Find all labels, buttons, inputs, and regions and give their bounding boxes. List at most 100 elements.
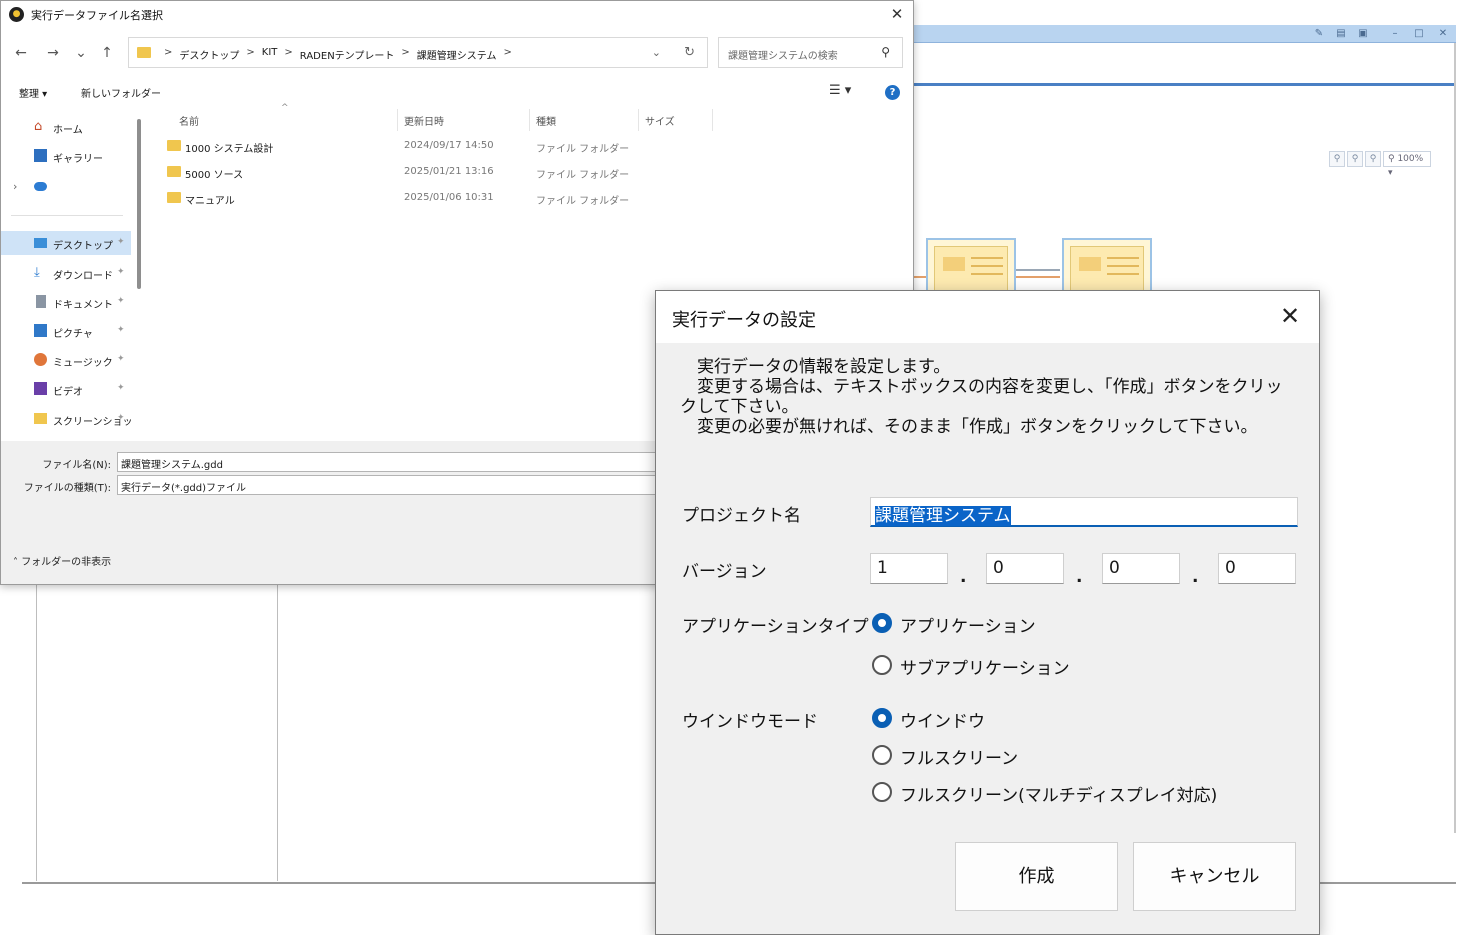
version-separator: . [1076,567,1083,587]
download-icon: ⤓ [34,265,40,280]
window-mode-label: ウインドウモード [682,712,818,732]
pin-icon[interactable]: ✦ [117,237,125,247]
info-line: クして下さい。 [680,397,799,417]
project-name-input[interactable]: 課題管理システム [870,497,1298,527]
info-line: 実行データの情報を設定します。 [680,357,951,377]
file-dialog-titlebar: ● 実行データファイル名選択 ✕ [1,1,913,29]
pin-icon[interactable]: ⚲ [1329,151,1345,167]
hide-folders-toggle[interactable]: ˄ フォルダーの非表示 [13,553,111,568]
pin-icon[interactable]: ✦ [117,267,125,277]
close-icon[interactable]: ✕ [1275,301,1305,331]
nav-item-desktop[interactable]: デスクトップ ✦ [1,231,131,255]
divider [11,215,123,216]
breadcrumb-item[interactable]: KIT [262,47,278,62]
column-divider[interactable] [529,109,530,131]
refresh-icon[interactable]: ↻ [684,45,695,60]
diagram-node[interactable] [926,238,1016,298]
nav-item-home[interactable]: ⌂ ホーム [1,115,131,139]
pin-icon[interactable]: ✦ [117,296,125,306]
file-name: 5000 ソース [185,170,244,181]
chevron-down-icon[interactable]: ⌄ [652,46,661,59]
nav-item-gallery[interactable]: ギャラリー [1,144,131,168]
edit-icon[interactable]: ✎ [1312,27,1326,40]
minimize-icon[interactable]: – [1388,27,1402,40]
column-header-size[interactable]: サイズ [645,113,675,128]
file-dialog-title: 実行データファイル名選択 [31,9,163,22]
pin-alt-icon[interactable]: ⚲ [1365,151,1381,167]
pin-icon[interactable]: ✦ [117,383,125,393]
column-divider[interactable] [712,109,713,131]
document-icon [36,295,46,308]
search-input[interactable]: 課題管理システムの検索 ⚲ [718,37,903,68]
close-icon[interactable]: ✕ [885,3,909,25]
search-icon: ⚲ [881,45,890,59]
version-major-input[interactable]: 1 [870,553,948,584]
chevron-up-icon: ˄ [13,557,18,568]
breadcrumb-item[interactable]: 課題管理システム [417,47,497,62]
address-bar[interactable]: > デスクトップ > KIT > RADENテンプレート > 課題管理システム … [128,37,708,68]
nav-item-screenshots[interactable]: スクリーンショッ ✦ [1,407,133,431]
filename-input[interactable]: 課題管理システム.gdd [117,452,677,472]
nav-pane-scrollbar[interactable] [137,119,141,289]
nav-item-downloads[interactable]: ⤓ ダウンロード ✦ [1,261,131,285]
folder-icon [34,413,47,424]
file-row[interactable]: マニュアル 2025/01/06 10:31 ファイル フォルダー [161,186,721,210]
filename-label: ファイル名(N): [42,460,111,471]
background-side-panel [36,585,278,881]
version-revision-input[interactable]: 0 [1218,553,1296,584]
cancel-button[interactable]: キャンセル [1133,842,1296,911]
pin-active-icon[interactable]: ⚲ [1347,151,1363,167]
breadcrumb-item[interactable]: デスクトップ [179,47,239,62]
help-icon[interactable]: ? [885,85,900,100]
back-arrow-icon[interactable]: ← [11,43,31,63]
up-arrow-icon[interactable]: ↑ [97,43,117,63]
column-header-modified[interactable]: 更新日時 [404,113,444,128]
nav-item-label: ピクチャ [53,329,93,340]
zoom-select[interactable]: ⚲ 100% ▾ [1383,151,1431,178]
home-icon: ⌂ [34,119,43,134]
file-type: ファイル フォルダー [536,144,630,155]
folder-icon [167,140,181,151]
create-button[interactable]: 作成 [955,842,1118,911]
file-name: マニュアル [185,196,235,207]
zoom-label: 100% [1397,154,1424,164]
column-header-name[interactable]: 名前 [179,113,199,128]
column-header-type[interactable]: 種類 [536,113,556,128]
save-icon[interactable]: ▣ [1356,27,1370,40]
radio-unselected-icon [872,745,892,765]
filetype-select[interactable]: 実行データ(*.gdd)ファイル [117,475,677,495]
version-separator: . [960,567,967,587]
view-options-icon[interactable]: ☰ ▾ [829,83,851,98]
maximize-icon[interactable]: □ [1412,27,1426,40]
settings-dialog-titlebar: 実行データの設定 ✕ [656,291,1319,343]
new-folder-button[interactable]: 新しいフォルダー [81,85,161,100]
version-minor-input[interactable]: 0 [986,553,1064,584]
pin-icon[interactable]: ✦ [117,325,125,335]
nav-item-onedrive[interactable] [1,174,131,198]
radio-selected-icon [872,613,892,633]
info-line: 変更の必要が無ければ、そのまま「作成」ボタンをクリックして下さい。 [680,417,1258,437]
desktop-icon [34,238,47,248]
file-row[interactable]: 1000 システム設計 2024/09/17 14:50 ファイル フォルダー [161,134,721,158]
breadcrumb-item[interactable]: RADENテンプレート [300,47,395,62]
version-build-input[interactable]: 0 [1102,553,1180,584]
organize-button[interactable]: 整理 ▾ [19,85,47,100]
nav-item-label: ダウンロード [53,271,113,282]
column-divider[interactable] [638,109,639,131]
diagram-node[interactable] [1062,238,1152,298]
nav-item-music[interactable]: ミュージック ✦ [1,348,131,372]
column-divider[interactable] [397,109,398,131]
nav-item-videos[interactable]: ビデオ ✦ [1,377,131,401]
pin-icon[interactable]: ✦ [117,413,125,423]
close-icon[interactable]: ✕ [1436,27,1450,40]
nav-item-label: ドキュメント [53,300,113,311]
file-row[interactable]: 5000 ソース 2025/01/21 13:16 ファイル フォルダー [161,160,721,184]
radio-unselected-icon [872,655,892,675]
recent-locations-icon[interactable]: ⌄ [71,43,91,63]
radio-unselected-icon [872,782,892,802]
print-icon[interactable]: ▤ [1334,27,1348,40]
pin-icon[interactable]: ✦ [117,354,125,364]
forward-arrow-icon[interactable]: → [43,43,63,63]
nav-item-documents[interactable]: ドキュメント ✦ [1,290,131,314]
nav-item-pictures[interactable]: ピクチャ ✦ [1,319,131,343]
